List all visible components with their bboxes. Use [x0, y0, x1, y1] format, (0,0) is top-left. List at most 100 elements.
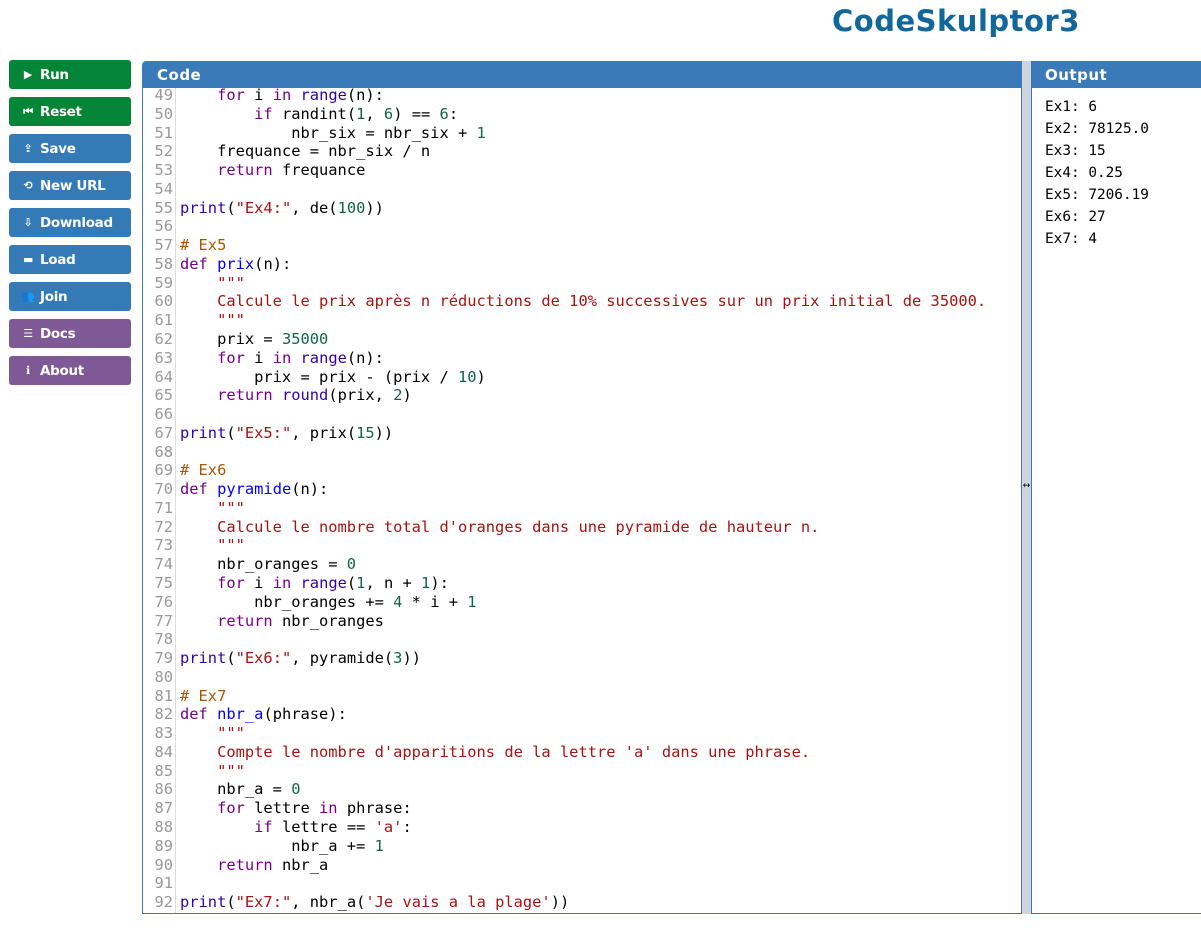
code-token: print — [180, 893, 227, 912]
code-line[interactable]: nbr_a = 0 — [180, 780, 300, 799]
code-token: in — [272, 348, 292, 367]
code-token: for — [217, 574, 245, 593]
code-editor[interactable]: 49 50 51 52 53 54 55 56 57 58 59 60 61 62 63 64 65 66 67 68… — [143, 88, 1021, 913]
code-token: ) — [402, 386, 412, 405]
code-line[interactable]: """ — [180, 274, 245, 293]
button-label: New URL — [40, 177, 106, 194]
save-button[interactable]: ⇪ Save — [9, 134, 131, 163]
code-token: "Ex7:" — [235, 893, 292, 912]
line-number: 50 — [154, 104, 173, 123]
code-line[interactable]: # Ex7 — [180, 687, 226, 706]
code-line[interactable]: # Ex6 — [180, 461, 226, 480]
code-token: range — [300, 574, 347, 593]
code-token: (prix, — [328, 386, 394, 405]
reset-icon: ⏮ — [23, 104, 33, 118]
line-number: 85 — [154, 761, 173, 780]
code-line[interactable]: return nbr_a — [180, 856, 328, 875]
new-url-button[interactable]: ⟲ New URL — [9, 171, 131, 200]
output-line: Ex4: 0.25 — [1045, 165, 1123, 181]
reset-button[interactable]: ⏮ Reset — [9, 97, 131, 126]
code-token: i — [244, 88, 273, 104]
code-line[interactable]: print("Ex5:", prix(15)) — [180, 424, 393, 443]
app-logo: CodeSkulptor3 — [832, 4, 1080, 38]
code-line[interactable]: print("Ex6:", pyramide(3)) — [180, 649, 421, 668]
output-line: Ex1: 6 — [1045, 99, 1097, 115]
code-line[interactable]: return round(prix, 2) — [180, 386, 412, 405]
code-line[interactable]: """ — [180, 311, 245, 330]
code-line[interactable]: nbr_oranges += 4 * i + 1 — [180, 593, 476, 612]
line-number: 64 — [154, 367, 173, 386]
code-panel-title: Code — [143, 61, 1021, 88]
code-line[interactable]: nbr_six = nbr_six + 1 — [180, 124, 486, 143]
code-token: lettre == — [272, 818, 375, 837]
code-line[interactable]: """ — [180, 499, 245, 518]
about-button[interactable]: ℹ About — [9, 356, 131, 385]
code-token: 15 — [356, 423, 375, 442]
code-line[interactable]: print("Ex7:", nbr_a('Je vais a la plage'… — [180, 893, 569, 912]
panel-splitter[interactable]: ↔ — [1021, 61, 1032, 914]
button-label: Load — [40, 251, 76, 268]
code-token: prix — [217, 254, 255, 273]
download-button[interactable]: ⇩ Download — [9, 208, 131, 237]
code-line[interactable]: """ — [180, 536, 245, 555]
code-line[interactable]: nbr_a += 1 — [180, 837, 384, 856]
code-line[interactable]: if lettre == 'a': — [180, 818, 412, 837]
code-token: (n): — [254, 254, 292, 273]
code-token: "Ex6:" — [235, 649, 292, 668]
output-panel: Output Ex1: 6 Ex2: 78125.0 Ex3: 15 Ex4: 0.2… — [1032, 61, 1201, 914]
code-token: Calcule le prix après n réductions de 10… — [217, 292, 987, 311]
code-line[interactable]: Calcule le prix après n réductions de 10… — [180, 292, 986, 311]
code-token: """ — [217, 311, 245, 330]
code-token: """ — [217, 498, 245, 517]
run-button[interactable]: ▶ Run — [9, 60, 131, 89]
code-line[interactable]: def pyramide(n): — [180, 480, 328, 499]
code-token: , — [365, 104, 384, 123]
code-line[interactable]: nbr_oranges = 0 — [180, 555, 356, 574]
docs-button[interactable]: ☰ Docs — [9, 319, 131, 348]
code-line[interactable]: """ — [180, 762, 245, 781]
code-line[interactable]: frequance = nbr_six / n — [180, 142, 430, 161]
code-token: "Ex5:" — [235, 423, 292, 442]
code-line[interactable]: Calcule le nombre total d'oranges dans u… — [180, 518, 819, 537]
code-line[interactable]: def prix(n): — [180, 255, 291, 274]
button-label: Docs — [40, 325, 76, 342]
code-token: 1 — [374, 836, 384, 855]
sidebar: ▶ Run ⏮ Reset ⇪ Save ⟲ New URL ⇩ Download ▬ Load 👥 Jo… — [9, 60, 131, 393]
code-token: (phrase): — [263, 705, 347, 724]
code-line[interactable]: for lettre in phrase: — [180, 799, 412, 818]
code-token: """ — [217, 724, 245, 743]
join-button[interactable]: 👥 Join — [9, 282, 131, 311]
load-button[interactable]: ▬ Load — [9, 245, 131, 274]
line-number: 79 — [154, 649, 173, 668]
code-line[interactable]: return nbr_oranges — [180, 612, 384, 631]
code-line[interactable]: for i in range(n): — [180, 88, 384, 105]
code-token: : — [448, 104, 459, 123]
code-line[interactable]: # Ex5 — [180, 236, 226, 255]
line-number: 57 — [154, 236, 173, 255]
line-number: 51 — [154, 123, 173, 142]
code-line[interactable]: print("Ex4:", de(100)) — [180, 199, 384, 218]
output-line: Ex7: 4 — [1045, 231, 1097, 247]
code-token: round — [281, 386, 329, 405]
button-label: Save — [40, 140, 76, 157]
code-line[interactable]: if randint(1, 6) == 6: — [180, 105, 458, 124]
code-token: i — [244, 574, 273, 593]
code-line[interactable]: prix = 35000 — [180, 330, 328, 349]
code-line[interactable]: """ — [180, 724, 245, 743]
code-line[interactable]: for i in range(1, n + 1): — [180, 574, 449, 593]
code-token: """ — [217, 536, 245, 555]
code-line[interactable]: prix = prix - (prix / 10) — [180, 368, 486, 387]
code-line[interactable]: Compte le nombre d'apparitions de la let… — [180, 743, 810, 762]
code-line[interactable]: for i in range(n): — [180, 349, 384, 368]
code-token: , nbr_a( — [291, 893, 366, 912]
code-token: ( — [226, 198, 236, 217]
code-line[interactable]: def nbr_a(phrase): — [180, 705, 347, 724]
code-line[interactable]: return frequance — [180, 161, 365, 180]
